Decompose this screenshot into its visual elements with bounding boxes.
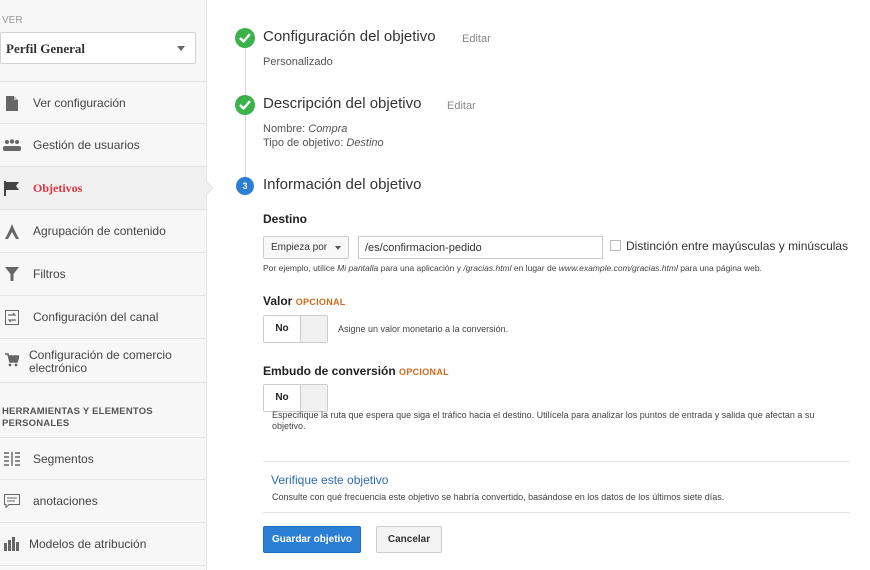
step-config-value: Personalizado xyxy=(263,56,333,68)
nav-item-label: Modelos de atribución xyxy=(29,537,147,551)
funnel-toggle[interactable]: No xyxy=(263,384,328,412)
step-number-badge: 3 xyxy=(236,177,254,195)
funnel-label: Embudo de conversión xyxy=(263,364,396,378)
document-icon xyxy=(3,94,21,112)
nav-item-label: Objetivos xyxy=(33,181,83,195)
filter-icon xyxy=(3,265,21,283)
hint-text: para una página web. xyxy=(677,263,762,273)
nav-item-anotaciones[interactable]: anotaciones xyxy=(0,480,206,523)
users-icon xyxy=(3,136,21,154)
chevron-down-icon xyxy=(335,246,341,250)
nav-item-filtros[interactable]: Filtros xyxy=(0,253,206,296)
destination-url-input[interactable] xyxy=(358,236,603,259)
case-sensitive-checkbox[interactable] xyxy=(610,240,621,251)
admin-nav: Ver configuración Gestión de usuarios Ob… xyxy=(0,81,206,383)
divider xyxy=(263,461,850,462)
nav-item-agrupacion-contenido[interactable]: Agrupación de contenido xyxy=(0,210,206,253)
nav-item-label: Gestión de usuarios xyxy=(33,138,140,152)
sidebar: VER Perfil General Ver configuración Ges… xyxy=(0,0,207,570)
nav-item-label: Configuración del canal xyxy=(33,310,159,324)
toggle-knob xyxy=(301,385,327,411)
value-toggle-state: No xyxy=(264,316,301,342)
value-label: Valor xyxy=(263,294,293,308)
destination-label: Destino xyxy=(263,212,308,226)
nav-item-configuracion-canal[interactable]: Configuración del canal xyxy=(0,296,206,339)
funnel-toggle-state: No xyxy=(264,385,301,411)
value-toggle[interactable]: No xyxy=(263,315,328,343)
toggle-knob xyxy=(301,316,327,342)
nav-item-modelos-atribucion[interactable]: Modelos de atribución xyxy=(0,523,206,566)
destination-hint: Por ejemplo, utilice Mi pantalla para un… xyxy=(263,263,762,273)
check-circle-icon xyxy=(235,28,255,48)
hint-text: www.example.com/gracias.html xyxy=(558,263,678,273)
chevron-down-icon xyxy=(177,46,185,51)
case-sensitive-label: Distinción entre mayúsculas y minúsculas xyxy=(626,239,849,253)
step-config-edit-link[interactable]: Editar xyxy=(462,33,491,45)
goal-name-value: Compra xyxy=(308,123,348,135)
view-label: VER xyxy=(2,15,23,26)
nav-item-segmentos[interactable]: Segmentos xyxy=(0,437,206,480)
nav-item-objetivos[interactable]: Objetivos xyxy=(0,167,206,210)
funnel-label-row: Embudo de conversión OPCIONAL xyxy=(263,364,449,378)
tools-section-title: HERRAMIENTAS Y ELEMENTOS PERSONALES xyxy=(2,406,153,429)
save-goal-button[interactable]: Guardar objetivo xyxy=(263,526,361,553)
nav-item-label: Filtros xyxy=(33,267,66,281)
goal-type-value: Destino xyxy=(346,137,384,149)
nav-item-label: Ver configuración xyxy=(33,96,126,110)
step-description-title: Descripción del objetivo xyxy=(263,95,422,112)
verify-goal-link[interactable]: Verifique este objetivo xyxy=(271,473,388,487)
segments-icon xyxy=(3,450,21,468)
nav-item-ver-configuracion[interactable]: Ver configuración xyxy=(0,81,206,124)
grouping-icon xyxy=(3,222,21,240)
hint-text: Por ejemplo, utilice xyxy=(263,263,338,273)
funnel-description: Especifique la ruta que espera que siga … xyxy=(272,410,815,431)
nav-item-label: Agrupación de contenido xyxy=(33,224,166,238)
value-description: Asigne un valor monetario a la conversió… xyxy=(338,324,509,334)
hint-text: Mi pantalla xyxy=(337,263,379,273)
hint-text: /gracias.html xyxy=(463,263,512,273)
verify-description: Consulte con qué frecuencia este objetiv… xyxy=(272,492,725,502)
step-info-title: Información del objetivo xyxy=(263,176,422,193)
step-description-edit-link[interactable]: Editar xyxy=(447,100,476,112)
funnel-optional-tag: OPCIONAL xyxy=(399,367,449,377)
nav-item-label: anotaciones xyxy=(33,494,98,508)
cart-icon xyxy=(3,351,21,369)
value-optional-tag: OPCIONAL xyxy=(295,297,346,307)
divider xyxy=(263,512,850,513)
step-config-title: Configuración del objetivo xyxy=(263,28,436,45)
check-circle-icon xyxy=(235,95,255,115)
hint-text: en lugar de xyxy=(511,263,559,273)
nav-item-label: Segmentos xyxy=(33,452,94,466)
profile-select-value: Perfil General xyxy=(6,41,86,56)
nav-item-comercio-electronico[interactable]: Configuración de comercio electrónico xyxy=(0,339,206,383)
goal-type-line: Tipo de objetivo: Destino xyxy=(263,136,384,150)
value-label-row: Valor OPCIONAL xyxy=(263,294,346,308)
goal-type-label: Tipo de objetivo: xyxy=(263,137,344,149)
bar-chart-icon xyxy=(3,535,21,553)
hint-text: para una aplicación y xyxy=(378,263,464,273)
flag-icon xyxy=(3,179,21,197)
active-pointer-icon xyxy=(205,180,214,196)
cancel-button[interactable]: Cancelar xyxy=(376,526,442,553)
annotation-icon xyxy=(3,492,21,510)
match-type-dropdown[interactable]: Empieza por xyxy=(263,236,349,259)
goal-name-line: Nombre: Compra xyxy=(263,122,347,136)
profile-select[interactable]: Perfil General xyxy=(0,32,196,64)
goal-name-label: Nombre: xyxy=(263,123,306,135)
channel-icon xyxy=(3,308,21,326)
tools-nav: Segmentos anotaciones Modelos de atribuc… xyxy=(0,437,206,566)
nav-item-gestion-usuarios[interactable]: Gestión de usuarios xyxy=(0,124,206,167)
nav-item-label: Configuración de comercio electrónico xyxy=(29,348,172,375)
match-type-value: Empieza por xyxy=(271,242,328,253)
